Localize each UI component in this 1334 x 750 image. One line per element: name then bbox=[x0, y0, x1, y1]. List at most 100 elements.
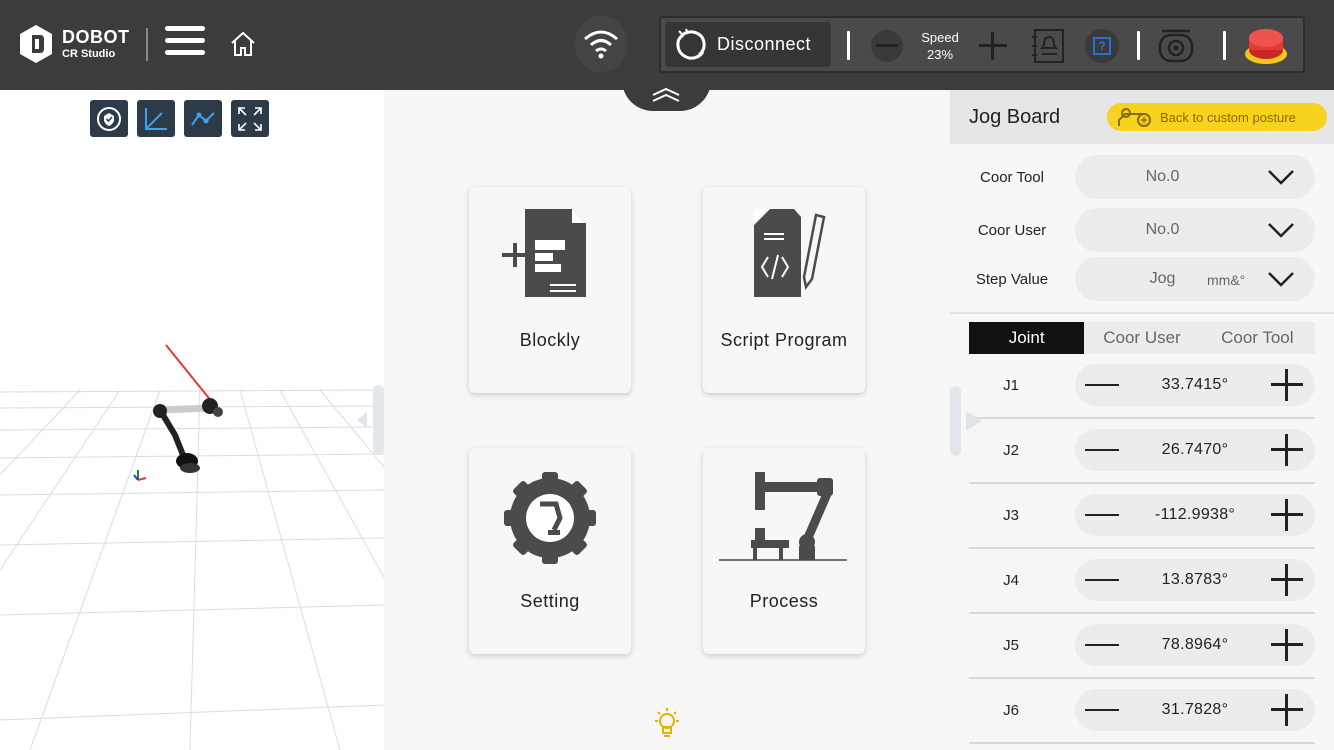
script-program-card[interactable]: Script Program bbox=[703, 187, 865, 393]
joint-control: 33.7415° bbox=[1075, 364, 1315, 406]
coor-user-row: Coor User No.0 bbox=[950, 208, 1334, 252]
dobot-logo: DOBOT CR Studio bbox=[18, 24, 130, 64]
step-value-label: Step Value bbox=[975, 271, 1049, 288]
back-to-custom-posture-label: Back to custom posture bbox=[1160, 110, 1296, 125]
process-card[interactable]: Process bbox=[703, 448, 865, 654]
joint-name: J5 bbox=[1003, 637, 1019, 654]
joint-decrease-button[interactable] bbox=[1083, 364, 1121, 406]
chevron-down-icon bbox=[1268, 170, 1294, 185]
fullscreen-icon bbox=[238, 107, 262, 131]
setting-card[interactable]: Setting bbox=[469, 448, 631, 654]
joint-decrease-button[interactable] bbox=[1083, 559, 1121, 601]
jog-divider bbox=[950, 312, 1334, 314]
joint-name: J1 bbox=[1003, 377, 1019, 394]
trajectory-view-button[interactable] bbox=[184, 100, 222, 137]
joint-decrease-button[interactable] bbox=[1083, 624, 1121, 666]
joint-control: 78.8964° bbox=[1075, 624, 1315, 666]
hamburger-menu-icon[interactable] bbox=[165, 26, 205, 62]
joint-increase-button[interactable] bbox=[1269, 624, 1305, 666]
wifi-icon bbox=[584, 30, 618, 59]
robot-3d-view[interactable] bbox=[0, 90, 384, 750]
joint-row: J3 -112.9938° bbox=[969, 484, 1315, 549]
help-icon: ? bbox=[1093, 37, 1111, 55]
jog-board-panel: Jog Board Back to custom posture Coor To… bbox=[950, 90, 1334, 750]
joint-increase-button[interactable] bbox=[1269, 494, 1305, 536]
drag-mode-icon[interactable] bbox=[1158, 27, 1194, 65]
script-program-icon bbox=[754, 209, 826, 297]
script-program-label: Script Program bbox=[720, 330, 848, 350]
step-value-row: Step Value Jog mm&° bbox=[950, 257, 1334, 301]
setting-label: Setting bbox=[520, 591, 580, 611]
axis-icon bbox=[145, 108, 167, 130]
joint-row: J6 31.7828° bbox=[969, 679, 1315, 744]
coor-tool-value: No.0 bbox=[1145, 168, 1180, 185]
joint-value: 26.7470° bbox=[1161, 441, 1229, 458]
chevron-down-icon bbox=[1268, 223, 1294, 238]
lightbulb-icon[interactable] bbox=[653, 707, 681, 739]
speed-value: 23% bbox=[926, 47, 954, 62]
product-name: CR Studio bbox=[62, 48, 116, 60]
emergency-stop-icon[interactable] bbox=[1244, 26, 1288, 66]
jog-board-header: Jog Board Back to custom posture bbox=[950, 90, 1334, 144]
axis-view-button[interactable] bbox=[137, 100, 175, 137]
chevron-down-icon bbox=[1268, 272, 1294, 287]
home-icon[interactable] bbox=[229, 30, 257, 58]
coor-user-label: Coor User bbox=[977, 222, 1047, 239]
joint-control: 31.7828° bbox=[1075, 689, 1315, 731]
joint-name: J2 bbox=[1003, 442, 1019, 459]
joint-value: 33.7415° bbox=[1161, 376, 1229, 393]
tab-joint[interactable]: Joint bbox=[969, 322, 1085, 354]
speed-display: Speed 23% bbox=[913, 29, 967, 63]
floor-grid bbox=[0, 344, 384, 750]
robot-control-group: Disconnect Speed 23% ? bbox=[659, 16, 1305, 73]
joint-decrease-button[interactable] bbox=[1083, 429, 1121, 471]
top-bar: DOBOT CR Studio Disconnect Speed 23% ? bbox=[0, 0, 1334, 90]
joint-name: J4 bbox=[1003, 572, 1019, 589]
shield-icon bbox=[97, 107, 121, 131]
blockly-icon bbox=[502, 209, 586, 297]
disconnect-icon bbox=[676, 28, 706, 60]
joint-control: 26.7470° bbox=[1075, 429, 1315, 471]
main-menu: Blockly Script Program Setting Process bbox=[384, 90, 982, 750]
fullscreen-button[interactable] bbox=[231, 100, 269, 137]
back-to-custom-posture-button[interactable]: Back to custom posture bbox=[1107, 103, 1327, 131]
collapse-left-panel-handle[interactable] bbox=[351, 385, 384, 455]
step-value-select[interactable]: Jog mm&° bbox=[1075, 257, 1315, 301]
joint-increase-button[interactable] bbox=[1269, 364, 1305, 406]
robot-arm-model bbox=[133, 398, 223, 481]
joint-decrease-button[interactable] bbox=[1083, 689, 1121, 731]
disconnect-label: Disconnect bbox=[717, 34, 812, 54]
speed-decrease-button[interactable] bbox=[871, 30, 903, 62]
joint-value: 13.8783° bbox=[1161, 571, 1229, 588]
wifi-status[interactable] bbox=[575, 16, 627, 72]
safety-view-button[interactable] bbox=[90, 100, 128, 137]
toolbar-divider bbox=[1223, 31, 1226, 60]
coor-tool-row: Coor Tool No.0 bbox=[950, 155, 1334, 199]
blockly-card[interactable]: Blockly bbox=[469, 187, 631, 393]
joint-increase-button[interactable] bbox=[1269, 429, 1305, 471]
process-label: Process bbox=[749, 591, 819, 611]
toolbar-divider bbox=[1137, 31, 1140, 60]
jog-board-title: Jog Board bbox=[969, 106, 1061, 128]
help-button[interactable]: ? bbox=[1085, 29, 1119, 63]
speed-increase-button[interactable] bbox=[977, 30, 1009, 62]
coor-user-select[interactable]: No.0 bbox=[1075, 208, 1315, 252]
joint-row: J1 33.7415° bbox=[969, 354, 1315, 419]
speed-label: Speed bbox=[921, 30, 959, 45]
joint-value: 31.7828° bbox=[1161, 701, 1229, 718]
joint-row: J2 26.7470° bbox=[969, 419, 1315, 484]
coor-user-value: No.0 bbox=[1145, 221, 1180, 238]
disconnect-button[interactable]: Disconnect bbox=[665, 22, 831, 67]
joint-control: 13.8783° bbox=[1075, 559, 1315, 601]
collapse-right-panel-handle[interactable] bbox=[950, 386, 990, 456]
toolbar-divider bbox=[847, 31, 850, 60]
log-notebook-icon[interactable] bbox=[1031, 27, 1067, 65]
joint-increase-button[interactable] bbox=[1269, 689, 1305, 731]
coor-tool-select[interactable]: No.0 bbox=[1075, 155, 1315, 199]
step-unit: mm&° bbox=[1207, 272, 1246, 288]
joint-increase-button[interactable] bbox=[1269, 559, 1305, 601]
tab-coor-tool[interactable]: Coor Tool bbox=[1200, 322, 1315, 354]
tab-coor-user[interactable]: Coor User bbox=[1084, 322, 1199, 354]
joint-decrease-button[interactable] bbox=[1083, 494, 1121, 536]
joint-value: -112.9938° bbox=[1154, 506, 1236, 523]
